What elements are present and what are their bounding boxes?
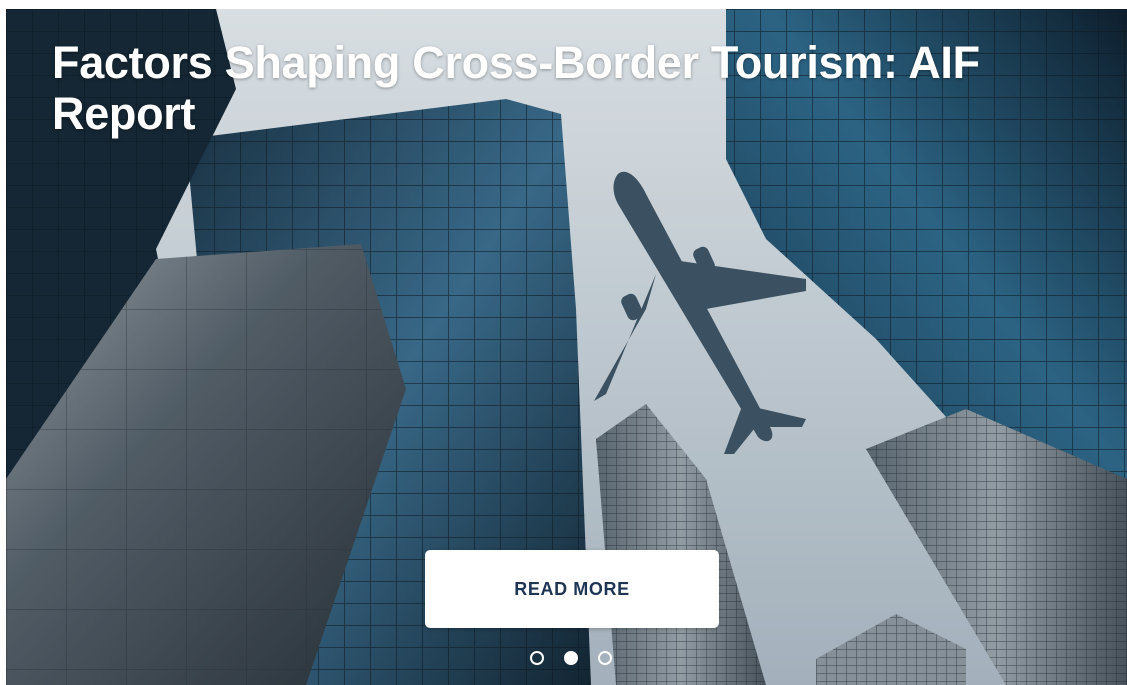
pagination-dot-1[interactable] bbox=[530, 651, 544, 665]
slider-pagination bbox=[530, 650, 612, 666]
slide-headline[interactable]: Factors Shaping Cross-Border Tourism: AI… bbox=[52, 37, 1032, 139]
pagination-dot-2-active[interactable] bbox=[564, 651, 578, 665]
pagination-dot-3[interactable] bbox=[598, 651, 612, 665]
hero-slider: Factors Shaping Cross-Border Tourism: AI… bbox=[6, 9, 1127, 685]
read-more-button[interactable]: READ MORE bbox=[425, 550, 719, 628]
